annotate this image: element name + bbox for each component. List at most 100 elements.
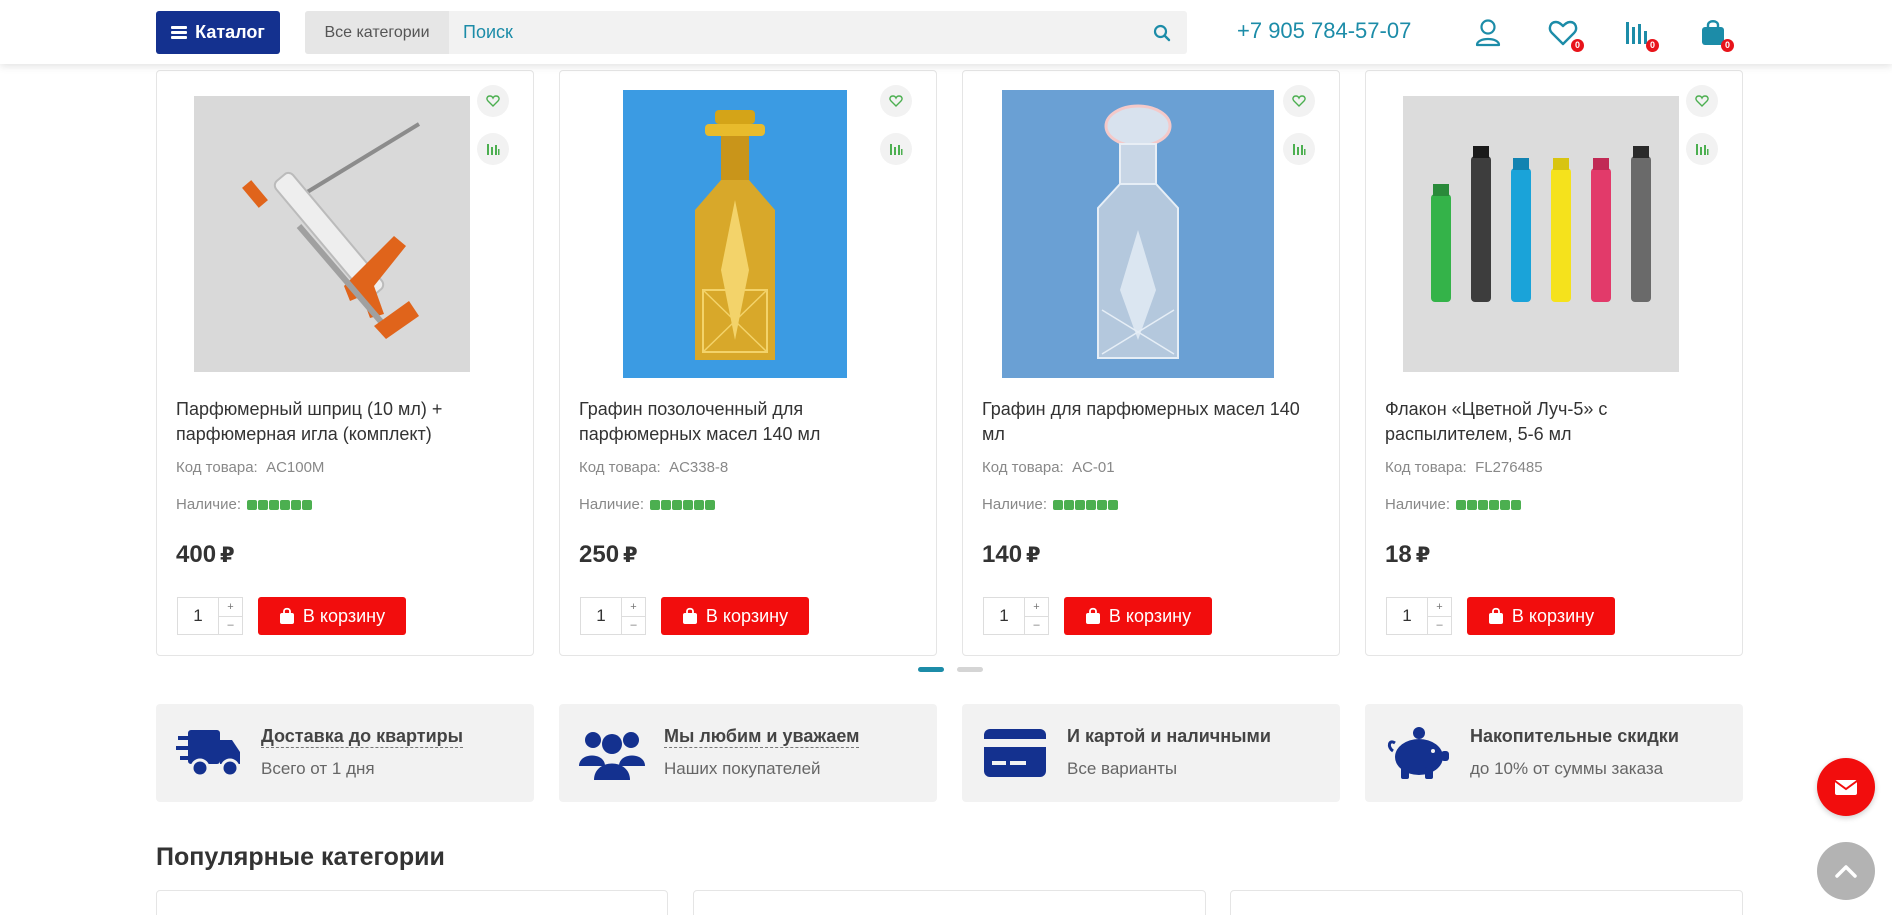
quantity-decrease-button[interactable]: – <box>622 617 645 635</box>
syringe-image <box>194 96 470 372</box>
shopping-bag-icon <box>682 607 697 624</box>
scroll-to-top-button[interactable] <box>1817 842 1875 900</box>
add-to-cart-button[interactable]: В корзину <box>258 597 406 635</box>
popular-categories-title: Популярные категории <box>156 843 445 871</box>
add-to-compare-button[interactable] <box>1283 133 1315 165</box>
add-to-compare-button[interactable] <box>477 133 509 165</box>
product-image[interactable] <box>177 89 487 379</box>
add-to-favorites-button[interactable] <box>1686 85 1718 117</box>
delivery-truck-icon <box>176 724 242 782</box>
shopping-bag-icon <box>279 607 294 624</box>
category-select[interactable]: Все категории <box>305 11 449 54</box>
phone-link[interactable]: +7 905 784-57-07 <box>1237 18 1411 44</box>
add-to-cart-button[interactable]: В корзину <box>1467 597 1615 635</box>
quantity-decrease-button[interactable]: – <box>219 617 242 635</box>
compare-icon <box>1293 144 1306 155</box>
feature-subtitle: Всего от 1 дня <box>261 759 375 778</box>
heart-icon <box>889 95 903 107</box>
product-name[interactable]: Парфюмерный шприц (10 мл) + парфюмерная … <box>176 397 516 447</box>
product-price: 250 ₽ <box>579 541 638 568</box>
catalog-button[interactable]: Каталог <box>156 11 280 54</box>
product-image[interactable] <box>983 89 1293 379</box>
carousel-dot[interactable] <box>957 667 983 672</box>
quantity-increase-button[interactable]: + <box>219 598 242 617</box>
feature-payment: И картой и наличными Все варианты <box>962 704 1340 802</box>
product-code: Код товара: AC100M <box>176 459 325 476</box>
product-image[interactable] <box>580 89 890 379</box>
compare-icon <box>890 144 903 155</box>
piggy-bank-icon <box>1385 724 1451 782</box>
add-to-favorites-button[interactable] <box>1283 85 1315 117</box>
users-icon <box>579 724 645 782</box>
category-card[interactable] <box>693 890 1206 915</box>
carousel-dot[interactable] <box>918 667 944 672</box>
feature-title[interactable]: Доставка до квартиры <box>261 726 463 748</box>
search-button[interactable] <box>1137 11 1187 54</box>
product-card[interactable]: Графин для парфюмерных масел 140 мл Код … <box>962 70 1340 656</box>
product-price: 18 ₽ <box>1385 541 1431 568</box>
stock-level-bar <box>650 499 716 510</box>
search-bar: Все категории <box>305 11 1187 54</box>
feature-discounts: Накопительные скидки до 10% от суммы зак… <box>1365 704 1743 802</box>
feature-subtitle: Наших покупателей <box>664 759 821 778</box>
feature-customers: Мы любим и уважаем Наших покупателей <box>559 704 937 802</box>
product-card[interactable]: Парфюмерный шприц (10 мл) + парфюмерная … <box>156 70 534 656</box>
product-code: Код товара: AC-01 <box>982 459 1115 476</box>
add-to-favorites-button[interactable] <box>880 85 912 117</box>
feedback-button[interactable] <box>1817 758 1875 816</box>
product-price: 140 ₽ <box>982 541 1041 568</box>
product-card[interactable]: Флакон «Цветной Луч-5» с распылителем, 5… <box>1365 70 1743 656</box>
search-input[interactable] <box>449 11 1137 54</box>
chevron-up-icon <box>1835 865 1857 878</box>
product-image[interactable] <box>1386 89 1696 379</box>
compare-button[interactable]: 0 <box>1621 16 1659 52</box>
glass-decanter-image <box>1002 90 1274 378</box>
menu-icon <box>171 26 188 39</box>
category-card[interactable] <box>1230 890 1743 915</box>
quantity-decrease-button[interactable]: – <box>1025 617 1048 635</box>
quantity-value[interactable]: 1 <box>1387 598 1427 634</box>
cart-button[interactable]: 0 <box>1696 16 1734 52</box>
quantity-stepper[interactable]: 1 + – <box>580 597 646 635</box>
add-to-compare-button[interactable] <box>880 133 912 165</box>
user-icon <box>1475 19 1501 47</box>
product-code: Код товара: FL276485 <box>1385 459 1543 476</box>
quantity-value[interactable]: 1 <box>581 598 621 634</box>
page: Каталог Все категории +7 905 784-57-07 <box>0 0 1892 915</box>
quantity-stepper[interactable]: 1 + – <box>177 597 243 635</box>
quantity-decrease-button[interactable]: – <box>1428 617 1451 635</box>
compare-count-badge: 0 <box>1646 39 1659 52</box>
shopping-bag-icon <box>1085 607 1100 624</box>
quantity-increase-button[interactable]: + <box>622 598 645 617</box>
product-stock: Наличие: <box>176 496 313 513</box>
feature-delivery: Доставка до квартиры Всего от 1 дня <box>156 704 534 802</box>
product-card[interactable]: Графин позолоченный для парфюмерных масе… <box>559 70 937 656</box>
quantity-increase-button[interactable]: + <box>1428 598 1451 617</box>
feature-title: И картой и наличными <box>1067 726 1271 746</box>
search-icon <box>1153 24 1171 41</box>
add-to-cart-button[interactable]: В корзину <box>661 597 809 635</box>
colored-sprayers-image <box>1403 96 1679 372</box>
feature-title[interactable]: Мы любим и уважаем <box>664 726 860 748</box>
add-to-cart-button[interactable]: В корзину <box>1064 597 1212 635</box>
product-stock: Наличие: <box>579 496 716 513</box>
product-name[interactable]: Графин позолоченный для парфюмерных масе… <box>579 397 919 447</box>
product-stock: Наличие: <box>982 496 1119 513</box>
favorites-button[interactable]: 0 <box>1546 16 1584 52</box>
credit-card-icon <box>982 724 1048 782</box>
account-button[interactable] <box>1471 16 1505 50</box>
quantity-value[interactable]: 1 <box>984 598 1024 634</box>
add-to-favorites-button[interactable] <box>477 85 509 117</box>
quantity-stepper[interactable]: 1 + – <box>1386 597 1452 635</box>
product-name[interactable]: Графин для парфюмерных масел 140 мл <box>982 397 1322 447</box>
category-card[interactable] <box>156 890 668 915</box>
quantity-stepper[interactable]: 1 + – <box>983 597 1049 635</box>
favorites-count-badge: 0 <box>1571 39 1584 52</box>
product-price: 400 ₽ <box>176 541 235 568</box>
quantity-increase-button[interactable]: + <box>1025 598 1048 617</box>
product-name[interactable]: Флакон «Цветной Луч-5» с распылителем, 5… <box>1385 397 1725 447</box>
catalog-label: Каталог <box>195 22 265 42</box>
add-to-compare-button[interactable] <box>1686 133 1718 165</box>
quantity-value[interactable]: 1 <box>178 598 218 634</box>
heart-icon <box>1292 95 1306 107</box>
